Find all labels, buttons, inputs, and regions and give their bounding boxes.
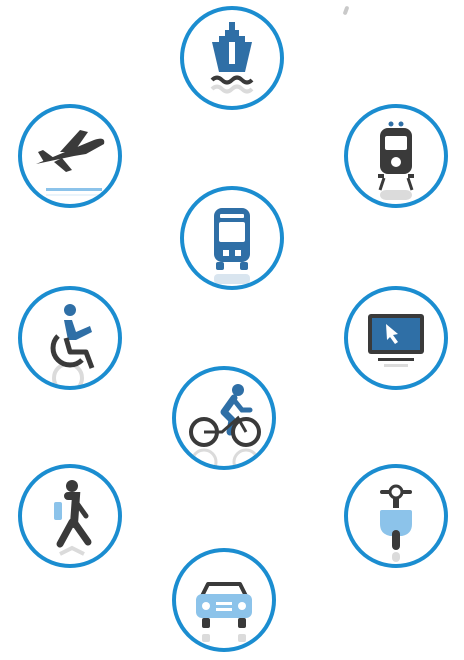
monitor-circle xyxy=(344,286,448,390)
train-icon xyxy=(378,121,414,200)
airplane-circle xyxy=(18,104,122,208)
train-circle xyxy=(344,104,448,208)
airplane-icon xyxy=(36,130,105,196)
scooter-icon xyxy=(380,484,412,562)
wheelchair-icon xyxy=(50,304,95,386)
wheelchair-circle xyxy=(18,286,122,390)
ship-icon xyxy=(210,22,254,94)
bicycle-circle xyxy=(172,366,276,470)
bicycle-icon xyxy=(189,384,261,466)
pedestrian-circle xyxy=(18,464,122,568)
car-icon xyxy=(196,582,252,642)
car-circle xyxy=(172,548,276,652)
scooter-circle xyxy=(344,464,448,568)
bus-circle xyxy=(180,186,284,290)
pedestrian-icon xyxy=(54,480,92,556)
decorative-speck xyxy=(342,5,350,16)
ship-circle xyxy=(180,6,284,110)
bus-icon xyxy=(214,208,250,284)
monitor-cursor-icon xyxy=(368,314,424,367)
